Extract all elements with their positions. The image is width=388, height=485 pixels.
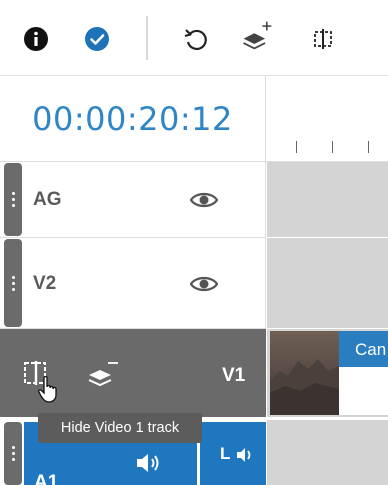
clip-title[interactable]: Can (339, 331, 388, 367)
confirm-button[interactable] (80, 22, 114, 56)
drag-handle[interactable] (4, 239, 22, 327)
ruler-tick (368, 141, 369, 153)
layers-plus-icon (243, 21, 272, 50)
add-track-button[interactable] (240, 18, 274, 52)
info-button[interactable] (19, 22, 53, 56)
undo-button[interactable] (179, 22, 213, 56)
channel-label: L (220, 444, 231, 463)
layers-minus-icon[interactable] (86, 359, 120, 389)
speaker-icon (237, 448, 251, 462)
timecode: 00:00:20:12 (32, 99, 233, 138)
drag-handle[interactable] (4, 163, 22, 236)
ruler-tick (332, 141, 333, 153)
toolbar-separator (146, 16, 148, 60)
timecode-display-area: 00:00:20:12 (0, 76, 266, 162)
timeline-lane-a1[interactable] (267, 420, 388, 485)
audio-channel-left[interactable]: L (200, 422, 266, 485)
track-name: A1 (34, 472, 59, 485)
clip-thumbnail[interactable] (270, 331, 339, 415)
track-name: V1 (222, 365, 246, 386)
eye-icon[interactable] (190, 275, 218, 293)
drag-handle[interactable] (4, 422, 22, 485)
timeline-lane-v2[interactable] (267, 238, 388, 329)
undo-icon (184, 29, 207, 51)
check-circle-icon (85, 27, 109, 51)
timeline-lane-ag[interactable] (267, 162, 388, 238)
ruler-tick (296, 141, 297, 153)
speaker-icon[interactable] (135, 452, 163, 474)
track-name: V2 (33, 273, 57, 294)
toolbar (0, 0, 388, 76)
tooltip: Hide Video 1 track (38, 413, 202, 443)
track-header-v2: V2 (0, 238, 266, 329)
track-name: AG (33, 189, 62, 210)
split-icon (314, 29, 332, 49)
clip-body[interactable] (339, 367, 388, 415)
cursor-hand-icon (38, 375, 57, 403)
info-icon (24, 27, 48, 51)
track-header-ag: AG (0, 162, 266, 238)
thumbnail-image (270, 359, 339, 415)
timeline-ruler[interactable] (266, 76, 388, 162)
eye-icon[interactable] (190, 191, 218, 209)
track-header-v1: V1 (0, 329, 266, 417)
split-button[interactable] (306, 22, 340, 56)
